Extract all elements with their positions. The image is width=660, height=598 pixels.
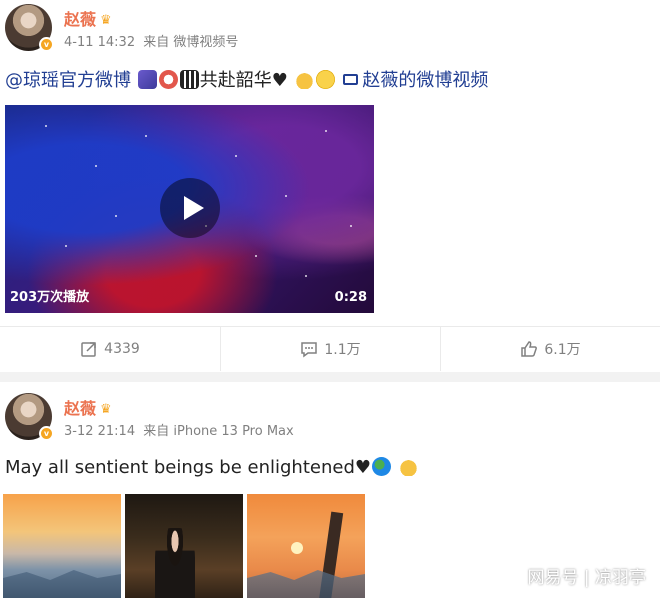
like-count: 6.1万 [544, 342, 581, 358]
post-text-body: May all sentient beings be enlightened♥ [5, 457, 372, 478]
author-row: 赵薇 ♛ [64, 6, 112, 30]
portrait-image [155, 528, 195, 598]
verified-badge-icon: v [39, 37, 54, 52]
video-link[interactable]: 赵薇的微博视频 [362, 70, 488, 91]
avatar[interactable]: v [5, 4, 54, 52]
mountain-image [247, 570, 365, 598]
photo-thumbnail[interactable] [125, 494, 243, 598]
avatar[interactable]: v [5, 393, 54, 441]
author-row: 赵薇 ♛ [64, 395, 112, 419]
post-meta: 3-12 21:14 来自 iPhone 13 Pro Max [64, 420, 298, 439]
repost-button[interactable]: 4339 [0, 327, 220, 371]
comment-icon [301, 342, 318, 358]
photo-grid [3, 494, 369, 598]
clock-emoji-icon [158, 70, 178, 89]
like-button[interactable]: 6.1万 [440, 327, 660, 371]
author-name[interactable]: 赵薇 [64, 10, 96, 29]
repost-count: 4339 [104, 341, 140, 357]
piano-emoji-icon [179, 70, 199, 89]
photo-thumbnail[interactable] [3, 494, 121, 598]
video-duration: 0:28 [334, 290, 367, 305]
post-text-body: 共赴韶华♥ [199, 70, 288, 91]
post-card: v 赵薇 ♛ 4-11 14:32 来自 微博视频号 @琼瑶官方微博 共赴韶华♥ … [0, 0, 660, 372]
vip-crown-icon: ♛ [100, 13, 112, 28]
video-icon [343, 74, 359, 85]
post-source: 来自 iPhone 13 Pro Max [143, 424, 294, 439]
music-emoji-icon [137, 70, 157, 89]
smile-emoji-icon [315, 70, 335, 89]
verified-badge-icon: v [39, 426, 54, 441]
watermark: 网易号 | 凉羽亭 [527, 568, 646, 588]
pray-emoji-icon [294, 70, 314, 89]
post-text: @琼瑶官方微博 共赴韶华♥ 赵薇的微博视频 [5, 66, 488, 92]
sun-image [291, 542, 303, 554]
comment-count: 1.1万 [324, 342, 361, 358]
post-divider [0, 372, 660, 382]
post-time[interactable]: 3-12 21:14 [64, 424, 135, 439]
vip-crown-icon: ♛ [100, 402, 112, 417]
photo-thumbnail[interactable] [247, 494, 365, 598]
post-source: 来自 微博视频号 [143, 35, 239, 50]
pray-emoji-icon [398, 457, 418, 476]
comment-button[interactable]: 1.1万 [220, 327, 440, 371]
mountain-image [3, 570, 121, 598]
play-button[interactable] [160, 178, 220, 238]
action-bar: 4339 1.1万 6.1万 [0, 326, 660, 371]
thumbs-up-icon [521, 341, 538, 357]
globe-emoji-icon [372, 457, 392, 476]
post-text: May all sentient beings be enlightened♥ [5, 457, 419, 478]
post-meta: 4-11 14:32 来自 微博视频号 [64, 31, 242, 50]
repost-icon [81, 342, 96, 357]
post-time[interactable]: 4-11 14:32 [64, 35, 135, 50]
video-play-count: 203万次播放 [10, 290, 90, 305]
mention-link[interactable]: @琼瑶官方微博 [5, 70, 131, 91]
video-player[interactable]: 203万次播放 0:28 [5, 105, 374, 313]
author-name[interactable]: 赵薇 [64, 399, 96, 418]
